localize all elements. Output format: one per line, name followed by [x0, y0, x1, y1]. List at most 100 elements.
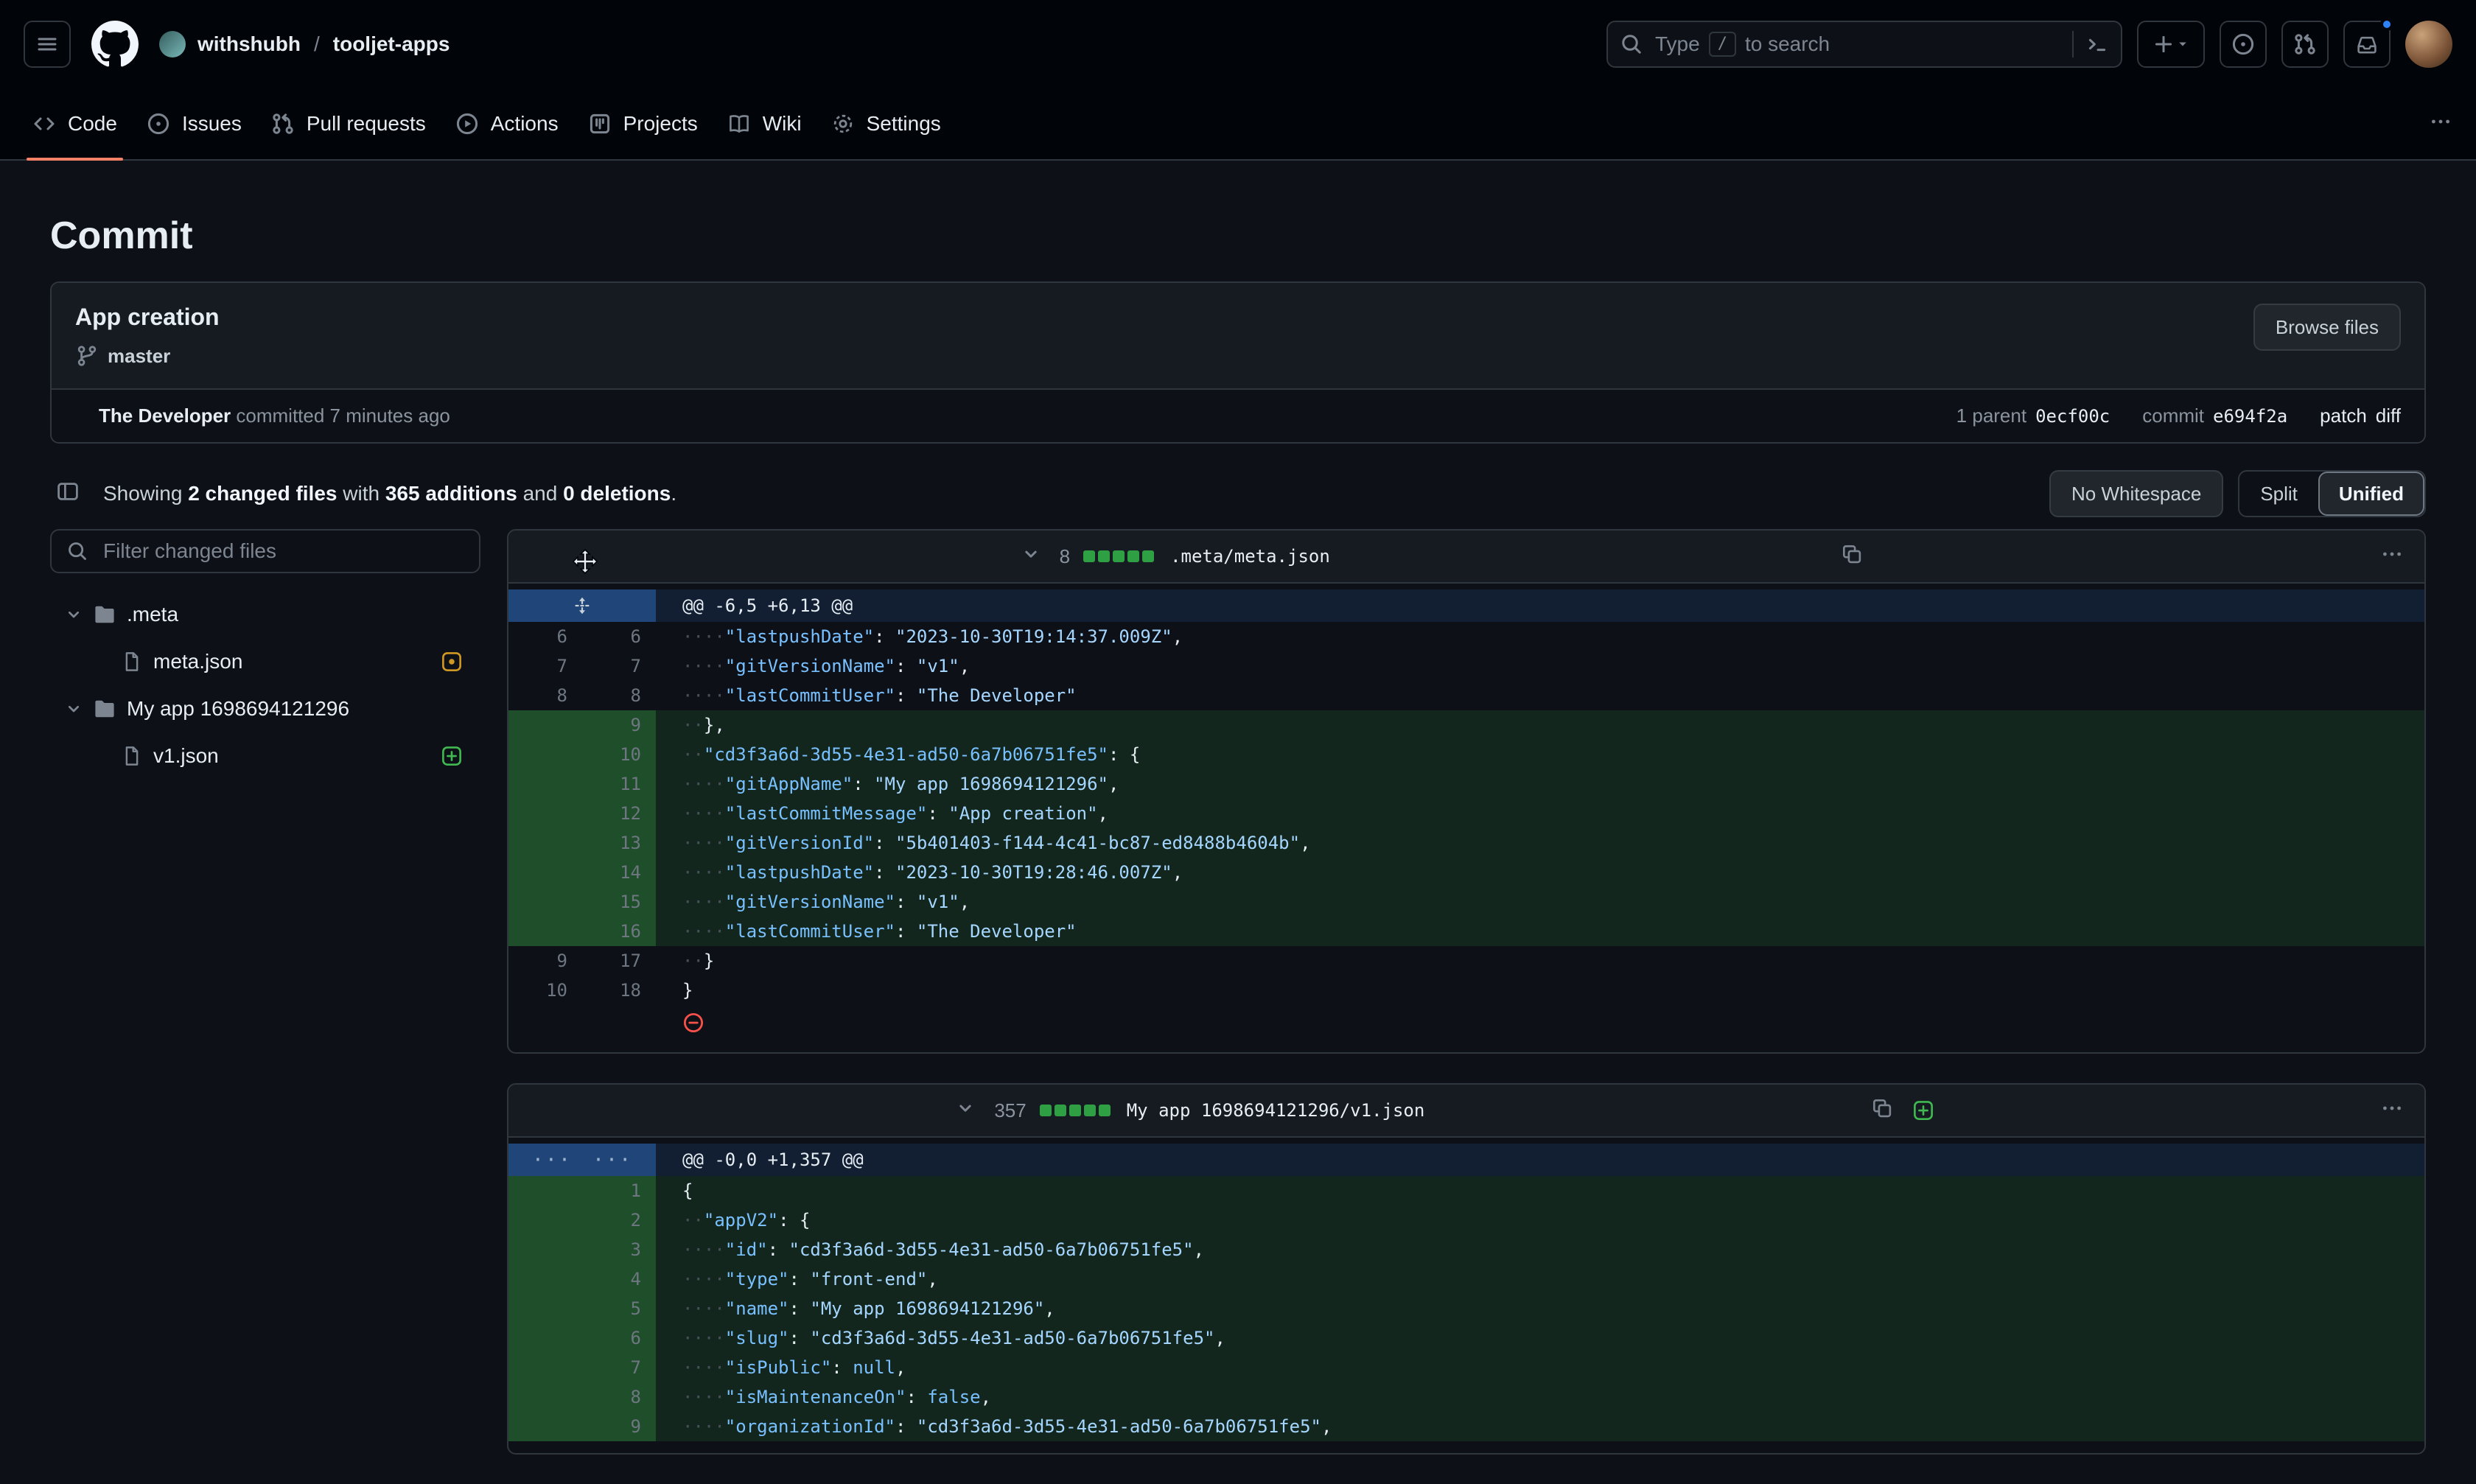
- line-number-old[interactable]: 10: [508, 976, 582, 1005]
- file-options-button[interactable]: [2374, 1091, 2410, 1131]
- diff-file-name: .meta/meta.json: [1170, 546, 1330, 567]
- command-palette-icon[interactable]: [2085, 32, 2109, 56]
- tab-settings[interactable]: Settings: [816, 88, 956, 159]
- line-number-old[interactable]: [508, 858, 582, 887]
- line-number-new[interactable]: 12: [582, 799, 656, 828]
- create-new-button[interactable]: [2137, 21, 2205, 68]
- breadcrumb-repo[interactable]: tooljet-apps: [333, 32, 450, 56]
- parent-sha-link[interactable]: 0ecf00c: [2035, 406, 2110, 427]
- line-number-new[interactable]: 18: [582, 976, 656, 1005]
- issues-header-button[interactable]: [2220, 21, 2267, 68]
- line-number-new[interactable]: 14: [582, 858, 656, 887]
- commit-sha-link[interactable]: e694f2a: [2213, 406, 2287, 427]
- line-number-new[interactable]: 6: [582, 622, 656, 651]
- expand-hunk-button[interactable]: [508, 589, 656, 622]
- line-number-new[interactable]: 10: [582, 740, 656, 769]
- line-number-new[interactable]: 7: [582, 1353, 656, 1382]
- tree-file-meta-json[interactable]: meta.json: [50, 638, 480, 685]
- changes-count: 357: [994, 1099, 1026, 1122]
- repo-nav: Code Issues Pull requests Actions Projec…: [0, 88, 2476, 161]
- filter-files-field[interactable]: [50, 529, 480, 573]
- line-number-new[interactable]: 9: [582, 710, 656, 740]
- code-line: ····"slug": "cd3f3a6d-3d55-4e31-ad50-6a7…: [656, 1323, 2424, 1353]
- line-number-new[interactable]: 4: [582, 1264, 656, 1294]
- tab-actions[interactable]: Actions: [441, 88, 573, 159]
- commit-author[interactable]: The Developer: [99, 405, 231, 427]
- line-number-new[interactable]: 8: [582, 681, 656, 710]
- diff-line: 2··"appV2": {: [508, 1205, 2424, 1235]
- hamburger-icon: [35, 32, 59, 56]
- hamburger-menu-button[interactable]: [24, 21, 71, 68]
- hunk-header: @@ -6,5 +6,13 @@: [508, 589, 2424, 622]
- line-number-new[interactable]: 5: [582, 1294, 656, 1323]
- tree-file-v1-json[interactable]: v1.json: [50, 732, 480, 780]
- split-view-button[interactable]: Split: [2239, 472, 2318, 516]
- breadcrumb-owner[interactable]: withshubh: [197, 32, 301, 56]
- line-number-new[interactable]: 16: [582, 917, 656, 946]
- line-number-new[interactable]: 2: [582, 1205, 656, 1235]
- line-number-old[interactable]: [508, 1323, 582, 1353]
- browse-files-button[interactable]: Browse files: [2253, 304, 2401, 351]
- line-number-old[interactable]: [508, 1205, 582, 1235]
- collapse-file-button[interactable]: [1015, 539, 1046, 575]
- line-number-new[interactable]: 11: [582, 769, 656, 799]
- copy-file-path-button[interactable]: [1865, 1091, 1899, 1130]
- pull-requests-header-button[interactable]: [2281, 21, 2329, 68]
- tab-code[interactable]: Code: [18, 88, 132, 159]
- tree-folder-meta[interactable]: .meta: [50, 591, 480, 638]
- github-logo-icon[interactable]: [91, 21, 139, 68]
- line-number-new[interactable]: 6: [582, 1323, 656, 1353]
- line-number-old[interactable]: [508, 1294, 582, 1323]
- line-number-old[interactable]: 9: [508, 946, 582, 976]
- line-number-old[interactable]: [508, 887, 582, 917]
- search-input[interactable]: Type / to search: [1606, 21, 2122, 68]
- line-number-old[interactable]: 8: [508, 681, 582, 710]
- file-options-button[interactable]: [2374, 536, 2410, 577]
- line-number-old[interactable]: 7: [508, 651, 582, 681]
- line-number-old[interactable]: 6: [508, 622, 582, 651]
- tab-label: Issues: [182, 112, 242, 136]
- line-number-old[interactable]: [508, 740, 582, 769]
- diff-link[interactable]: diff: [2376, 405, 2401, 427]
- tab-pull-requests[interactable]: Pull requests: [256, 88, 441, 159]
- tree-folder-my-app[interactable]: My app 1698694121296: [50, 685, 480, 732]
- copy-file-path-button[interactable]: [1835, 537, 1869, 576]
- line-number-old[interactable]: [508, 1382, 582, 1412]
- patch-link[interactable]: patch: [2320, 405, 2367, 427]
- unified-view-button[interactable]: Unified: [2318, 472, 2424, 516]
- line-number-new[interactable]: 9: [582, 1412, 656, 1441]
- line-number-old[interactable]: [508, 1176, 582, 1205]
- line-number-old[interactable]: [508, 1412, 582, 1441]
- line-number-new[interactable]: 1: [582, 1176, 656, 1205]
- line-number-old[interactable]: [508, 710, 582, 740]
- line-number-old[interactable]: [508, 799, 582, 828]
- line-number-new[interactable]: 17: [582, 946, 656, 976]
- issue-opened-icon: [147, 112, 170, 136]
- line-number-new[interactable]: 7: [582, 651, 656, 681]
- line-number-old[interactable]: [508, 1353, 582, 1382]
- line-number-new[interactable]: 15: [582, 887, 656, 917]
- filter-files-input[interactable]: [100, 538, 464, 564]
- collapse-file-button[interactable]: [950, 1093, 981, 1129]
- toggle-file-tree-button[interactable]: [50, 474, 85, 514]
- changes-count: 8: [1060, 545, 1070, 568]
- line-number-new[interactable]: 3: [582, 1235, 656, 1264]
- line-number-new[interactable]: 8: [582, 1382, 656, 1412]
- line-number-old[interactable]: [508, 1264, 582, 1294]
- nav-overflow-button[interactable]: [2423, 104, 2458, 144]
- no-whitespace-button[interactable]: No Whitespace: [2049, 470, 2223, 517]
- git-pull-request-icon: [2293, 32, 2317, 56]
- tab-issues[interactable]: Issues: [132, 88, 256, 159]
- tab-wiki[interactable]: Wiki: [713, 88, 816, 159]
- diff-line: 917··}: [508, 946, 2424, 976]
- expand-dots-icon[interactable]: ······: [508, 1144, 656, 1176]
- line-number-new[interactable]: 13: [582, 828, 656, 858]
- user-avatar[interactable]: [2405, 21, 2452, 68]
- branch-name[interactable]: master: [108, 345, 170, 368]
- line-number-old[interactable]: [508, 917, 582, 946]
- tab-projects[interactable]: Projects: [573, 88, 713, 159]
- line-number-old[interactable]: [508, 828, 582, 858]
- line-number-old[interactable]: [508, 1235, 582, 1264]
- inbox-button[interactable]: [2343, 21, 2391, 68]
- line-number-old[interactable]: [508, 769, 582, 799]
